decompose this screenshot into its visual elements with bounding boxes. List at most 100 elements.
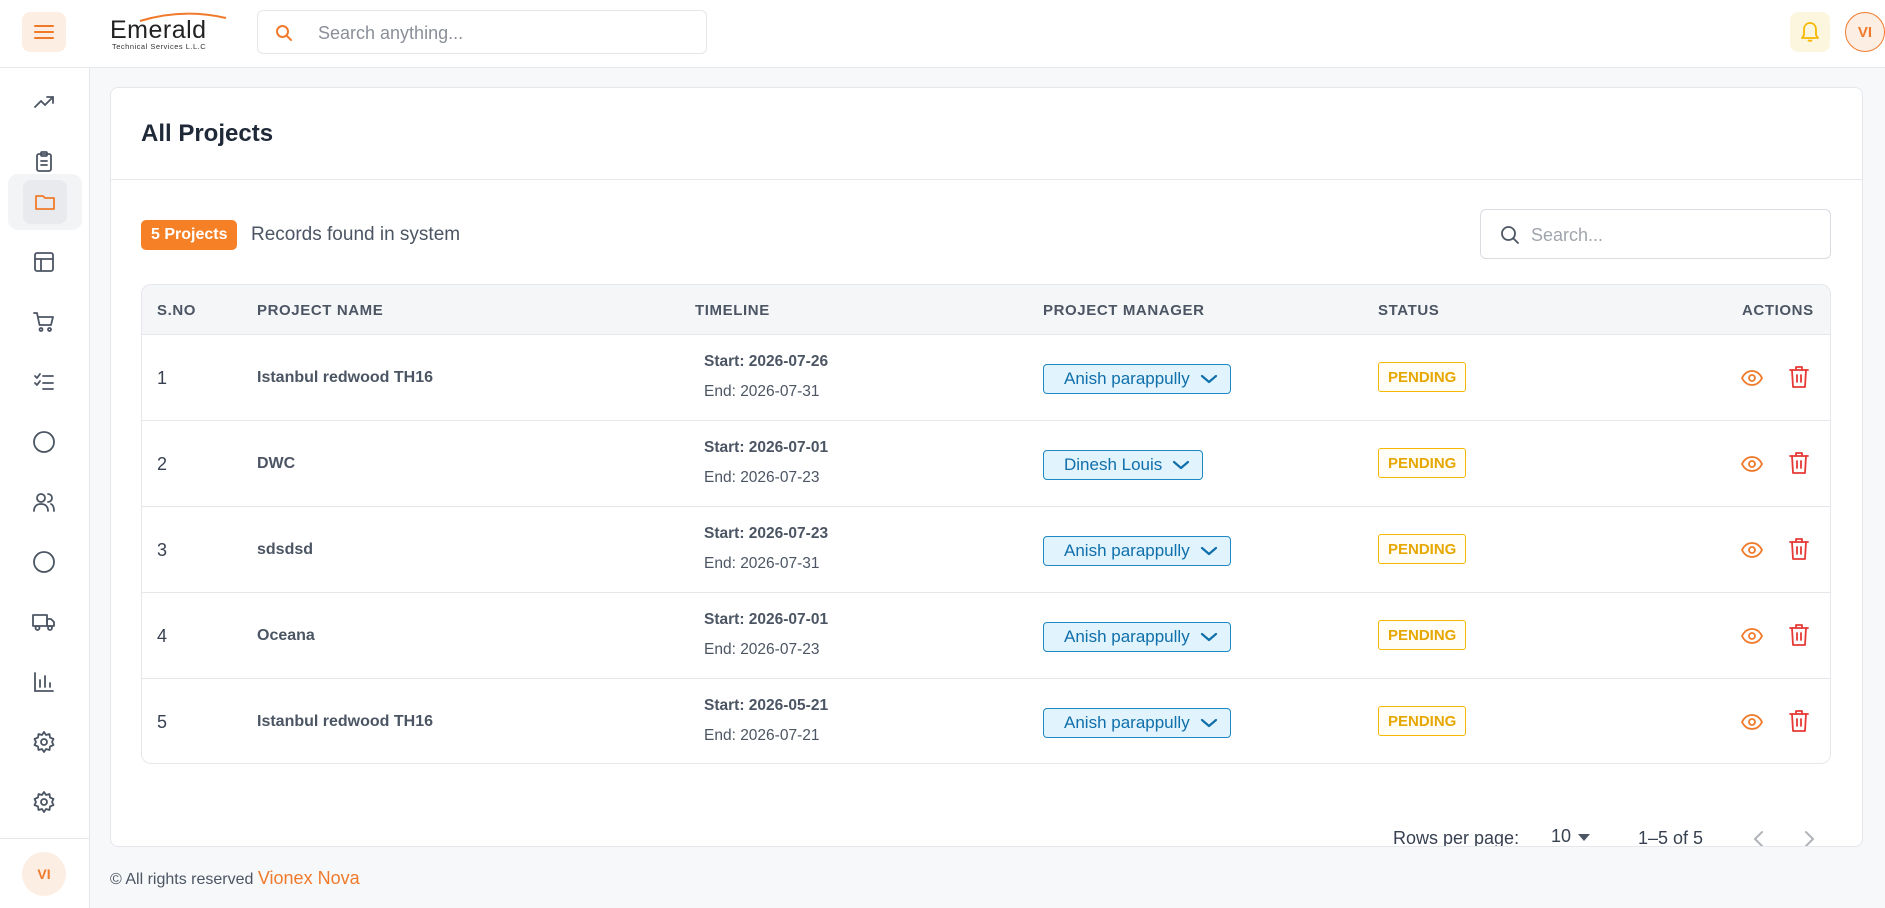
row-start-date: Start: 2026-07-26: [704, 353, 829, 370]
circle-icon: [33, 431, 55, 453]
row-sno: 1: [157, 368, 168, 388]
project-manager-select[interactable]: Anish parappully: [1043, 622, 1231, 652]
search-icon: [276, 25, 292, 41]
eye-icon[interactable]: [1740, 538, 1764, 562]
row-end-date: End: 2026-07-23: [704, 641, 820, 658]
gear-icon: [33, 791, 55, 813]
project-count-badge: 5 Projects: [141, 220, 238, 250]
project-manager-name: Anish parappully: [1064, 713, 1190, 732]
sidebar-item-checklist[interactable]: [22, 360, 66, 404]
row-project-name: Istanbul redwood TH16: [257, 369, 434, 386]
status-badge: PENDING: [1378, 620, 1467, 650]
row-project-name: Oceana: [257, 627, 315, 644]
user-avatar[interactable]: VI: [1845, 12, 1885, 52]
rows-per-page-value: 10: [1551, 826, 1572, 846]
sidebar-item-analytics[interactable]: [22, 80, 66, 124]
global-search: [257, 10, 707, 54]
sidebar-item-circle-b[interactable]: [22, 540, 66, 584]
eye-icon[interactable]: [1740, 710, 1764, 734]
bar-chart-icon: [34, 672, 54, 692]
sidebar-item-settings-b[interactable]: [22, 780, 66, 824]
page-title: All Projects: [141, 120, 274, 147]
layout-icon: [34, 252, 54, 272]
status-badge: PENDING: [1378, 706, 1467, 736]
logo-subtext: Technical Services L.L.C: [112, 42, 207, 51]
table-search-input[interactable]: [1531, 223, 1811, 247]
row-end-date: End: 2026-07-23: [704, 469, 820, 486]
chevron-right-icon[interactable]: [1798, 828, 1820, 847]
eye-icon[interactable]: [1740, 452, 1764, 476]
trash-icon[interactable]: [1787, 708, 1811, 734]
top-bar: Emerald Technical Services L.L.C VI: [0, 0, 1885, 68]
row-sno: 5: [157, 712, 168, 732]
sidebar-item-projects[interactable]: [8, 174, 82, 230]
project-manager-select[interactable]: Anish parappully: [1043, 708, 1231, 738]
bell-icon: [1801, 22, 1819, 42]
menu-toggle-button[interactable]: [22, 12, 66, 52]
search-icon: [1501, 226, 1519, 244]
trash-icon[interactable]: [1787, 364, 1811, 390]
trending-up-icon: [34, 96, 54, 108]
row-sno: 4: [157, 626, 168, 646]
row-start-date: Start: 2026-07-01: [704, 439, 829, 456]
project-manager-select[interactable]: Anish parappully: [1043, 364, 1231, 394]
sidebar-item-layout[interactable]: [22, 240, 66, 284]
project-manager-name: Anish parappully: [1064, 627, 1190, 646]
status-badge: PENDING: [1378, 534, 1467, 564]
notifications-button[interactable]: [1790, 12, 1830, 52]
global-search-input[interactable]: [318, 21, 688, 45]
rows-per-page-select[interactable]: 10: [1551, 826, 1591, 846]
status-badge: PENDING: [1378, 448, 1467, 478]
folder-icon: [35, 195, 55, 210]
checklist-icon: [34, 373, 54, 390]
column-header-actions: ACTIONS: [1742, 302, 1814, 319]
table-header: S.NO PROJECT NAME TIMELINE PROJECT MANAG…: [142, 285, 1830, 335]
footer: © All rights reserved Vionex Nova: [110, 868, 360, 889]
sidebar-item-orders[interactable]: [22, 300, 66, 344]
clipboard-list-icon: [36, 151, 52, 172]
row-sno: 3: [157, 540, 168, 560]
chevron-down-icon: [1200, 718, 1217, 728]
row-start-date: Start: 2026-07-01: [704, 611, 829, 628]
projects-card: All Projects 5 Projects Records found in…: [110, 87, 1863, 847]
row-start-date: Start: 2026-05-21: [704, 697, 829, 714]
rows-per-page-label: Rows per page:: [1393, 828, 1520, 847]
chevron-left-icon[interactable]: [1748, 828, 1770, 847]
eye-icon[interactable]: [1740, 366, 1764, 390]
row-end-date: End: 2026-07-31: [704, 383, 820, 400]
column-header-sno: S.NO: [157, 302, 197, 319]
sidebar-item-users[interactable]: [22, 480, 66, 524]
sidebar-item-delivery[interactable]: [22, 600, 66, 644]
trash-icon[interactable]: [1787, 450, 1811, 476]
projects-table: S.NO PROJECT NAME TIMELINE PROJECT MANAG…: [141, 284, 1831, 764]
table-row: 1 Istanbul redwood TH16 Start: 2026-07-2…: [142, 335, 1830, 421]
logo-text: Emerald: [110, 16, 207, 44]
chevron-down-icon: [1173, 460, 1190, 470]
hamburger-icon: [34, 25, 54, 39]
table-search: [1480, 209, 1831, 259]
caret-down-icon: [1578, 833, 1591, 841]
project-manager-select[interactable]: Dinesh Louis: [1043, 450, 1204, 480]
sidebar-item-reports[interactable]: [22, 660, 66, 704]
table-row: 2 DWC Start: 2026-07-01 End: 2026-07-23 …: [142, 421, 1830, 507]
trash-icon[interactable]: [1787, 622, 1811, 648]
row-sno: 2: [157, 454, 168, 474]
eye-icon[interactable]: [1740, 624, 1764, 648]
sidebar: VI: [0, 68, 90, 908]
company-logo[interactable]: Emerald Technical Services L.L.C: [110, 12, 230, 51]
footer-brand-link[interactable]: Vionex Nova: [258, 868, 360, 888]
trash-icon[interactable]: [1787, 536, 1811, 562]
row-start-date: Start: 2026-07-23: [704, 525, 829, 542]
sidebar-item-settings-a[interactable]: [22, 720, 66, 764]
gear-icon: [33, 731, 55, 753]
sidebar-user-avatar[interactable]: VI: [22, 852, 66, 896]
chevron-down-icon: [1200, 632, 1217, 642]
row-end-date: End: 2026-07-31: [704, 555, 820, 572]
row-project-name: DWC: [257, 455, 296, 472]
records-found-text: Records found in system: [251, 224, 461, 245]
project-manager-select[interactable]: Anish parappully: [1043, 536, 1231, 566]
sidebar-item-circle-a[interactable]: [22, 420, 66, 464]
circle-icon: [33, 551, 55, 573]
column-header-project-manager: PROJECT MANAGER: [1043, 302, 1205, 319]
card-divider: [111, 179, 1862, 180]
